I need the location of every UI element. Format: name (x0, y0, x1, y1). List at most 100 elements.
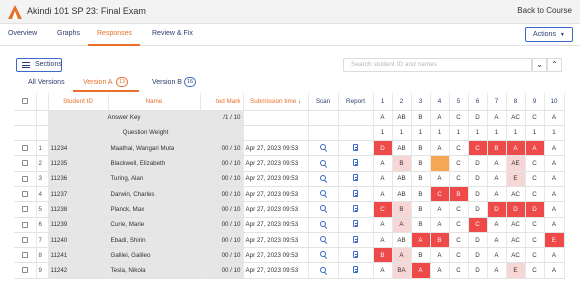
answer-cell[interactable]: C (525, 247, 545, 264)
answer-cell[interactable]: A (544, 217, 565, 233)
row-checkbox[interactable] (21, 267, 28, 274)
answer-cell[interactable]: BA (392, 262, 412, 279)
answer-cell[interactable]: A (544, 201, 565, 218)
table-row[interactable]: 6 11239 Curie, Marie 00 / 10 Apr 27, 2023 09… (14, 217, 565, 233)
question-weight-cell[interactable]: 1 (525, 125, 545, 142)
answer-cell[interactable]: B (392, 201, 412, 218)
student-id-cell[interactable]: 11237 (48, 186, 109, 203)
document-icon[interactable] (353, 266, 358, 274)
tab-responses[interactable]: Responses (97, 30, 132, 37)
answer-cell[interactable]: A (430, 247, 450, 264)
student-name-cell[interactable]: Maathai, Wangari Muta (108, 140, 201, 157)
student-id-cell[interactable]: 11235 (48, 155, 109, 172)
answer-cell[interactable]: B (411, 186, 431, 203)
student-id-cell[interactable]: 11241 (48, 247, 109, 264)
student-name-cell[interactable]: Galilei, Galileo (108, 247, 201, 264)
answer-cell[interactable]: C (468, 217, 488, 233)
row-checkbox[interactable] (21, 236, 28, 243)
answer-cell[interactable]: AE (506, 155, 526, 172)
row-checkbox[interactable] (21, 206, 28, 213)
document-icon[interactable] (353, 220, 358, 228)
answer-cell[interactable]: AB (392, 140, 412, 157)
tab-all-versions[interactable]: All Versions (28, 79, 65, 86)
answer-cell[interactable]: A (544, 262, 565, 279)
document-icon[interactable] (353, 189, 358, 197)
search-icon[interactable] (320, 190, 326, 197)
student-name-cell[interactable]: Curie, Marie (108, 217, 201, 233)
student-id-cell[interactable]: 11239 (48, 217, 109, 233)
answer-cell[interactable]: A (430, 140, 450, 157)
answer-cell[interactable]: C (449, 171, 469, 187)
row-checkbox[interactable] (21, 190, 28, 197)
answer-cell[interactable] (430, 155, 450, 172)
adjusted-mark-cell[interactable]: 00 / 10 (200, 201, 244, 218)
search-input[interactable]: Search student ID and names (343, 58, 532, 72)
adjusted-mark-cell[interactable]: 00 / 10 (200, 232, 244, 249)
answer-cell[interactable]: C (525, 171, 545, 187)
question-weight-cell[interactable]: 1 (392, 125, 412, 142)
answer-cell[interactable]: B (411, 217, 431, 233)
answer-cell[interactable]: B (411, 247, 431, 264)
table-row[interactable]: 9 11242 Tesla, Nikola 00 / 10 Apr 27, 2023 0… (14, 262, 565, 279)
tab-graphs[interactable]: Graphs (57, 30, 80, 37)
question-weight-cell[interactable]: 1 (487, 125, 507, 142)
answer-cell[interactable]: D (373, 140, 393, 157)
answer-cell[interactable]: B (392, 155, 412, 172)
document-icon[interactable] (353, 235, 358, 243)
answer-cell[interactable]: D (468, 155, 488, 172)
answer-cell[interactable]: C (525, 155, 545, 172)
question-4-header[interactable]: 4 (430, 93, 450, 111)
search-icon[interactable] (320, 205, 326, 212)
table-row[interactable]: 8 11241 Galilei, Galileo 00 / 10 Apr 27, 202… (14, 247, 565, 264)
answer-cell[interactable]: AB (392, 171, 412, 187)
document-icon[interactable] (353, 204, 358, 212)
answer-cell[interactable]: A (430, 262, 450, 279)
search-icon[interactable] (320, 236, 326, 243)
question-7-header[interactable]: 7 (487, 93, 507, 111)
adjusted-mark-cell[interactable]: 00 / 10 (200, 171, 244, 187)
adjusted-mark-cell[interactable]: 00 / 10 (200, 217, 244, 233)
answer-cell[interactable]: E (506, 171, 526, 187)
search-icon[interactable] (320, 266, 326, 273)
answer-cell[interactable]: A (487, 247, 507, 264)
answer-cell[interactable]: B (487, 140, 507, 157)
chevron-up-button[interactable]: ⌃ (547, 58, 562, 72)
adjusted-mark-cell[interactable]: 00 / 10 (200, 247, 244, 264)
answer-cell[interactable]: A (373, 155, 393, 172)
answer-cell[interactable]: D (468, 171, 488, 187)
answer-cell[interactable]: B (411, 201, 431, 218)
tab-version-a[interactable]: Version A (83, 79, 113, 86)
adjusted-mark-cell[interactable]: 00 / 10 (200, 140, 244, 157)
question-5-header[interactable]: 5 (449, 93, 469, 111)
answer-cell[interactable]: C (525, 262, 545, 279)
table-row[interactable]: 7 11240 Ebadi, Shirin 00 / 10 Apr 27, 2023 0… (14, 232, 565, 249)
select-all-checkbox[interactable] (21, 98, 28, 105)
answer-cell[interactable]: C (449, 155, 469, 172)
search-icon[interactable] (320, 144, 326, 151)
answer-cell[interactable]: D (468, 247, 488, 264)
question-weight-cell[interactable]: 1 (468, 125, 488, 142)
question-weight-cell[interactable]: 1 (411, 125, 431, 142)
document-icon[interactable] (353, 159, 358, 167)
row-checkbox[interactable] (21, 145, 28, 152)
answer-cell[interactable]: A (544, 247, 565, 264)
answer-cell[interactable]: B (449, 186, 469, 203)
answer-cell[interactable]: AB (392, 232, 412, 249)
answer-cell[interactable]: A (487, 232, 507, 249)
student-id-header[interactable]: Student ID (48, 93, 109, 111)
answer-cell[interactable]: B (411, 155, 431, 172)
adjusted-mark-cell[interactable]: 00 / 10 (200, 186, 244, 203)
answer-cell[interactable]: C (468, 140, 488, 157)
answer-cell[interactable]: A (525, 140, 545, 157)
answer-cell[interactable]: B (373, 247, 393, 264)
question-weight-cell[interactable]: 1 (373, 125, 393, 142)
search-icon[interactable] (320, 159, 326, 166)
answer-cell[interactable]: A (373, 186, 393, 203)
answer-cell[interactable]: E (544, 232, 565, 249)
name-header[interactable]: Name (108, 93, 201, 111)
answer-cell[interactable]: A (373, 171, 393, 187)
search-icon[interactable] (320, 174, 326, 181)
answer-cell[interactable]: A (392, 247, 412, 264)
row-checkbox[interactable] (21, 175, 28, 182)
answer-cell[interactable]: A (487, 171, 507, 187)
